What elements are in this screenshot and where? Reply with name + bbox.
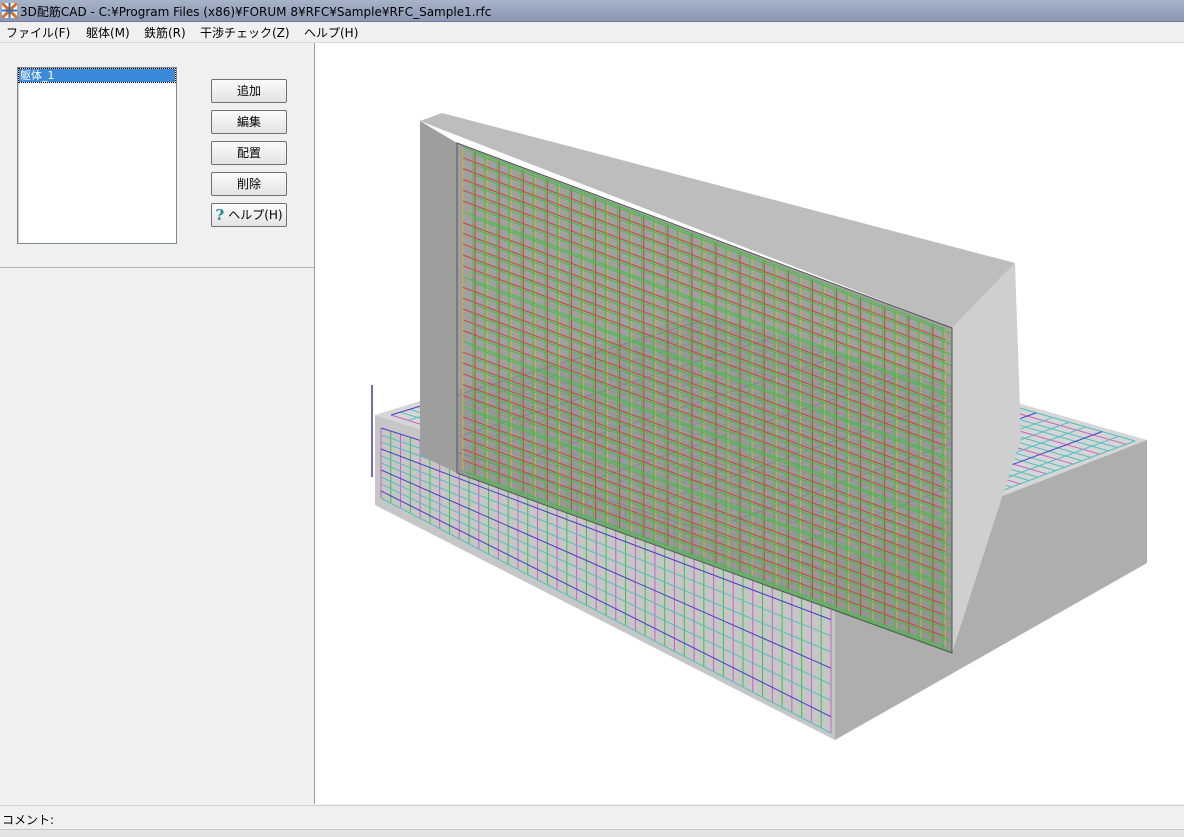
help-button-label: ヘルプ(H)	[228, 208, 283, 222]
menu-bar: ファイル(F) 躯体(M) 鉄筋(R) 干渉チェック(Z) ヘルプ(H)	[0, 22, 1184, 43]
wall-side-face	[420, 121, 457, 473]
place-button[interactable]: 配置	[211, 141, 287, 165]
add-button[interactable]: 追加	[211, 79, 287, 103]
body-listbox[interactable]: 躯体_1	[17, 67, 177, 244]
list-item[interactable]: 躯体_1	[18, 68, 176, 83]
menu-file[interactable]: ファイル(F)	[6, 24, 70, 41]
left-pane: 躯体_1 追加 編集 配置 削除 ? ヘルプ(H)	[0, 43, 315, 804]
body-panel: 躯体_1 追加 編集 配置 削除 ? ヘルプ(H)	[0, 43, 314, 268]
delete-button[interactable]: 削除	[211, 172, 287, 196]
comment-label: コメント:	[2, 813, 55, 827]
app-icon	[2, 3, 17, 18]
title-bar: 3D配筋CAD - C:¥Program Files (x86)¥FORUM 8…	[0, 0, 1184, 22]
menu-help[interactable]: ヘルプ(H)	[304, 24, 358, 41]
status-bar: コメント:	[0, 805, 1184, 830]
menu-rebar[interactable]: 鉄筋(R)	[144, 24, 186, 41]
menu-interference-check[interactable]: 干渉チェック(Z)	[200, 24, 290, 41]
window-title: 3D配筋CAD - C:¥Program Files (x86)¥FORUM 8…	[20, 5, 492, 19]
rebar-3d-model[interactable]	[315, 43, 1184, 804]
help-button[interactable]: ? ヘルプ(H)	[211, 203, 287, 227]
3d-viewport[interactable]	[315, 43, 1184, 804]
edit-button[interactable]: 編集	[211, 110, 287, 134]
menu-body[interactable]: 躯体(M)	[86, 24, 130, 41]
help-question-icon: ?	[215, 206, 225, 224]
